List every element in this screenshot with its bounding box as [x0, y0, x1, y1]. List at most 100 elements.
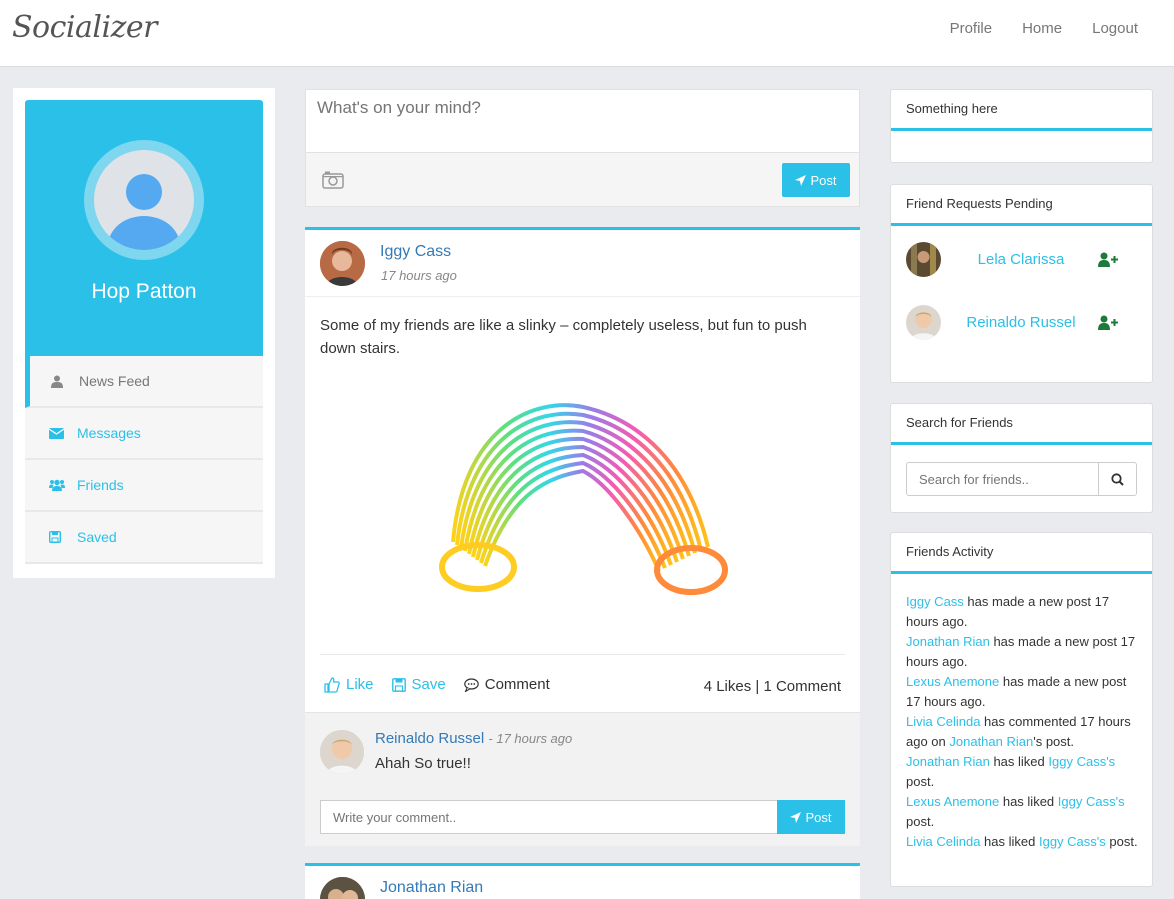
like-label: Like: [346, 676, 374, 693]
save-label: Save: [411, 676, 446, 693]
post-body-text: Some of my friends are like a slinky – c…: [320, 317, 807, 357]
activity-user-link[interactable]: Jonathan Rian: [906, 634, 990, 649]
comment-text: Ahah So true!!: [375, 755, 471, 772]
default-user-avatar-icon: [94, 150, 194, 250]
nav-profile-link[interactable]: Profile: [950, 20, 993, 37]
post-stats: 4 Likes | 1 Comment: [703, 678, 841, 695]
panel-friends-activity: Friends Activity Iggy Cass has made a ne…: [890, 532, 1153, 887]
panel-title: Something here: [891, 90, 1152, 131]
add-friend-icon[interactable]: [1098, 252, 1118, 270]
requester-avatar[interactable]: [906, 305, 941, 340]
profile-name: Hop Patton: [91, 280, 197, 303]
activity-entry: Livia Celinda has liked Iggy Cass's post…: [906, 834, 1138, 849]
sidebar-item-news-feed[interactable]: News Feed: [25, 356, 263, 408]
activity-list: Iggy Cass has made a new post 17 hours a…: [906, 592, 1141, 852]
activity-entry: Iggy Cass has made a new post 17 hours a…: [906, 594, 1110, 629]
sidebar-item-label: News Feed: [79, 373, 150, 389]
activity-target-link[interactable]: Iggy Cass's: [1048, 754, 1115, 769]
comment-button[interactable]: Comment: [463, 676, 550, 693]
post-actions: Like Save Comment: [324, 676, 550, 693]
panel-something-here: Something here: [890, 89, 1153, 163]
panel-title: Friends Activity: [891, 533, 1152, 574]
paper-plane-icon: [795, 174, 807, 186]
comment-author-name[interactable]: Reinaldo Russel: [375, 730, 484, 747]
comment-author-line: Reinaldo Russel - 17 hours ago: [375, 730, 572, 747]
add-friend-icon[interactable]: [1098, 315, 1118, 333]
post-author-avatar[interactable]: [320, 877, 365, 899]
profile-header: Hop Patton: [25, 100, 263, 356]
sidebar-item-saved[interactable]: Saved: [25, 512, 263, 564]
comment-input[interactable]: [320, 800, 778, 834]
comment-label: Comment: [484, 676, 550, 693]
requester-name[interactable]: Reinaldo Russel: [956, 311, 1086, 334]
user-icon: [51, 375, 79, 388]
comment-section: Reinaldo Russel - 17 hours ago Ahah So t…: [305, 712, 860, 846]
panel-search-friends: Search for Friends: [890, 403, 1153, 513]
activity-target-link[interactable]: Jonathan Rian: [949, 734, 1033, 749]
activity-user-link[interactable]: Lexus Anemone: [906, 794, 999, 809]
status-input[interactable]: [306, 90, 859, 152]
comment-icon: [463, 677, 479, 692]
activity-target-link[interactable]: Iggy Cass's: [1058, 794, 1125, 809]
save-button[interactable]: Save: [391, 676, 446, 693]
top-navbar: Socializer Profile Home Logout: [0, 0, 1174, 67]
profile-avatar[interactable]: [84, 140, 204, 260]
sidebar-item-label: Saved: [77, 529, 117, 545]
friend-request-item: Lela Clarissa: [906, 242, 1138, 292]
activity-entry: Lexus Anemone has liked Iggy Cass's post…: [906, 794, 1125, 829]
feed-post: Iggy Cass 17 hours ago Some of my friend…: [305, 227, 860, 846]
composer-toolbar: Post: [306, 152, 859, 206]
requester-name[interactable]: Lela Clarissa: [956, 248, 1086, 271]
post-author-name[interactable]: Jonathan Rian: [380, 879, 483, 897]
sidebar-item-label: Messages: [77, 425, 141, 441]
brand-logo[interactable]: Socializer: [12, 10, 158, 45]
users-icon: [49, 479, 77, 491]
comment-timestamp: - 17 hours ago: [488, 731, 573, 746]
nav-home-link[interactable]: Home: [1022, 20, 1062, 37]
envelope-icon: [49, 427, 77, 439]
post-composer: Post: [305, 89, 860, 207]
nav-links: Profile Home Logout: [950, 20, 1138, 37]
friend-search: [906, 462, 1137, 496]
floppy-icon: [49, 531, 77, 543]
search-input[interactable]: [906, 462, 1099, 496]
sidebar-item-label: Friends: [77, 477, 124, 493]
friend-request-item: Reinaldo Russel: [906, 305, 1138, 355]
activity-entry: Jonathan Rian has liked Iggy Cass's post…: [906, 754, 1116, 789]
like-button[interactable]: Like: [324, 676, 374, 693]
activity-entry: Livia Celinda has commented 17 hours ago…: [906, 714, 1131, 749]
camera-icon[interactable]: [322, 170, 344, 192]
feed-post: Jonathan Rian: [305, 863, 860, 899]
post-header: Iggy Cass 17 hours ago: [305, 230, 860, 297]
panel-title: Friend Requests Pending: [891, 185, 1152, 226]
paper-plane-icon: [790, 811, 802, 823]
activity-user-link[interactable]: Livia Celinda: [906, 834, 980, 849]
activity-entry: Lexus Anemone has made a new post 17 hou…: [906, 674, 1127, 709]
sidebar-menu: News Feed Messages Friends Saved: [25, 356, 263, 564]
floppy-icon: [391, 677, 406, 692]
post-author-avatar[interactable]: [320, 241, 365, 286]
thumbs-up-icon: [324, 676, 340, 693]
composer-post-button[interactable]: Post: [782, 163, 850, 197]
comment-post-button[interactable]: Post: [777, 800, 845, 834]
sidebar-item-messages[interactable]: Messages: [25, 408, 263, 460]
commenter-avatar[interactable]: [320, 730, 364, 774]
activity-target-link[interactable]: Iggy Cass's: [1039, 834, 1106, 849]
activity-user-link[interactable]: Livia Celinda: [906, 714, 980, 729]
slinky-image[interactable]: [423, 367, 743, 622]
post-divider: [320, 654, 845, 655]
activity-user-link[interactable]: Jonathan Rian: [906, 754, 990, 769]
activity-entry: Jonathan Rian has made a new post 17 hou…: [906, 634, 1136, 669]
search-icon: [1111, 472, 1124, 486]
post-author-name[interactable]: Iggy Cass: [380, 243, 451, 261]
nav-logout-link[interactable]: Logout: [1092, 20, 1138, 37]
sidebar-item-friends[interactable]: Friends: [25, 460, 263, 512]
requester-avatar[interactable]: [906, 242, 941, 277]
search-button[interactable]: [1098, 462, 1137, 496]
composer-post-label: Post: [810, 172, 837, 188]
comment-post-label: Post: [805, 809, 832, 825]
activity-user-link[interactable]: Lexus Anemone: [906, 674, 999, 689]
panel-friend-requests: Friend Requests Pending Lela Clarissa Re…: [890, 184, 1153, 383]
activity-user-link[interactable]: Iggy Cass: [906, 594, 964, 609]
panel-title: Search for Friends: [891, 404, 1152, 445]
